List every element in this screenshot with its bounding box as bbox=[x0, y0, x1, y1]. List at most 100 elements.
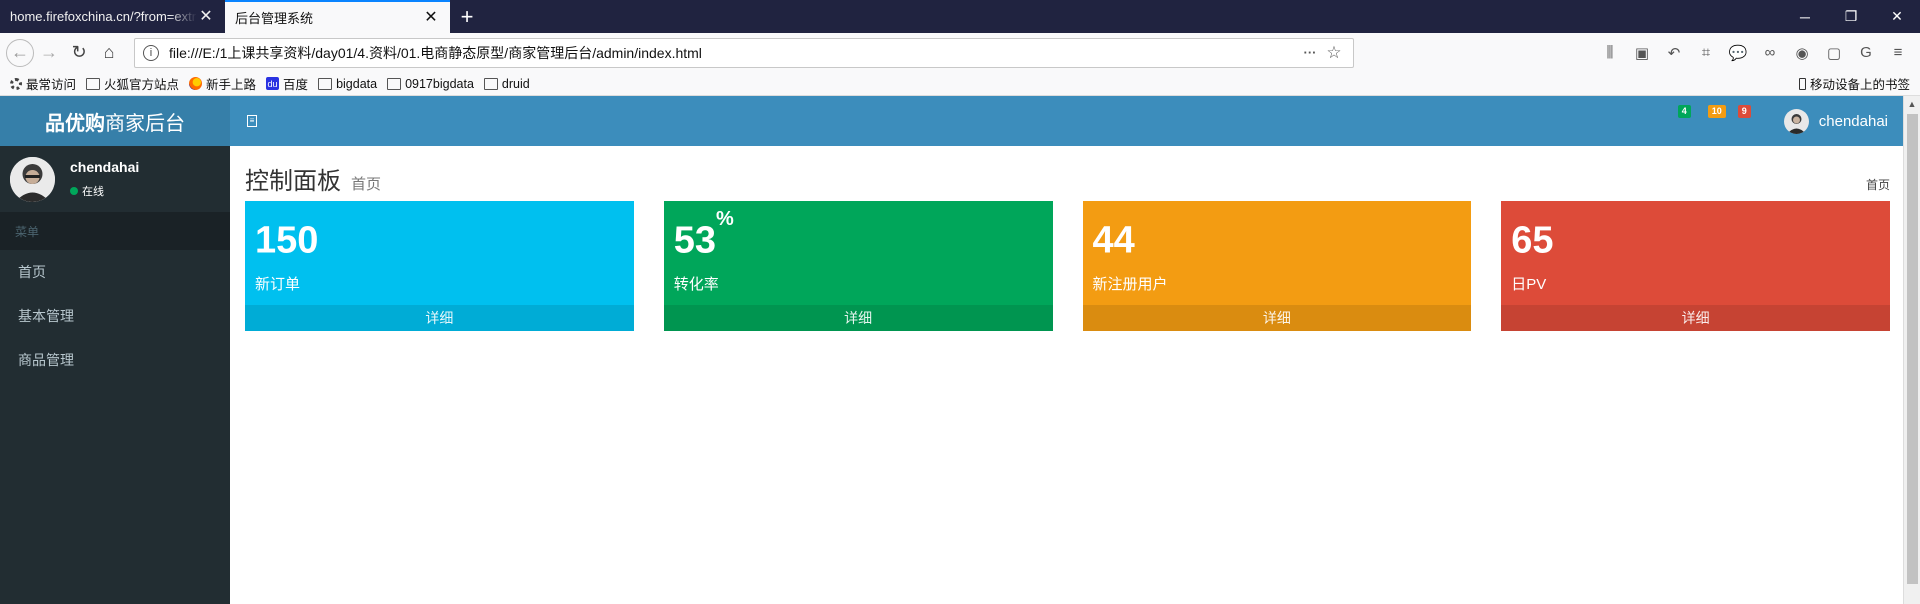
bookmark-star-icon[interactable]: ☆ bbox=[1323, 43, 1345, 63]
reload-button[interactable]: ↻ bbox=[64, 38, 94, 68]
extension-icon[interactable]: ∞ bbox=[1754, 44, 1786, 61]
stat-number: 44 bbox=[1092, 219, 1135, 262]
stat-number: 65 bbox=[1511, 219, 1554, 262]
bookmark-bigdata[interactable]: bigdata bbox=[318, 77, 377, 91]
stat-value: 150 bbox=[255, 211, 624, 263]
bookmark-label: 0917bigdata bbox=[405, 76, 474, 91]
phone-icon bbox=[1798, 77, 1806, 90]
stat-box-inner: 44 新注册用户 bbox=[1083, 201, 1472, 305]
info-icon[interactable]: i bbox=[143, 44, 159, 61]
window-controls: ─ ❐ ✕ bbox=[1782, 0, 1920, 33]
bookmark-label: bigdata bbox=[336, 76, 378, 91]
close-tab-icon[interactable]: ✕ bbox=[197, 8, 215, 25]
bookmark-0917bigdata[interactable]: 0917bigdata bbox=[387, 77, 474, 91]
more-info-link[interactable]: 详细 bbox=[245, 305, 634, 331]
forward-button[interactable]: → bbox=[34, 38, 64, 68]
sidebar-icon[interactable]: ▣ bbox=[1626, 44, 1658, 62]
scroll-up-icon[interactable]: ▲ bbox=[1904, 96, 1920, 113]
undo-icon[interactable]: ↶ bbox=[1658, 44, 1690, 62]
stat-label: 新订单 bbox=[255, 275, 301, 293]
toolbar-icons: ⫼ ▣ ↶ ⌗ 💬 ∞ ◉ ▢ G ≡ bbox=[1594, 44, 1914, 62]
bookmark-label: 新手上路 bbox=[206, 78, 257, 92]
close-tab-icon[interactable]: ✕ bbox=[422, 9, 440, 26]
bookmark-label: 最常访问 bbox=[26, 78, 77, 92]
bookmark-mobile[interactable]: 移动设备上的书签 bbox=[1798, 74, 1910, 93]
sidebar: chendahai 在线 菜单 首页 基本管理 商品管理 bbox=[0, 146, 230, 604]
admin-app: 品优购 商家后台 ≡ 4 10 9 chendahai chendahai 在线… bbox=[0, 96, 1920, 604]
bookmark-baidu[interactable]: du 百度 bbox=[266, 74, 308, 93]
address-bar[interactable]: i ··· ☆ bbox=[134, 37, 1354, 68]
notifications-dropdown[interactable]: 10 bbox=[1700, 96, 1730, 146]
firefox-icon bbox=[189, 77, 203, 90]
stat-suffix: % bbox=[716, 208, 734, 230]
folder-icon bbox=[86, 77, 101, 90]
content-header: 控制面板 首页 首页 bbox=[245, 161, 1905, 197]
back-button[interactable]: ← bbox=[6, 38, 34, 67]
bookmark-firefox-site[interactable]: 火狐官方站点 bbox=[86, 74, 179, 93]
restore-icon[interactable]: ❐ bbox=[1828, 0, 1874, 33]
more-info-link[interactable]: 详细 bbox=[1501, 305, 1890, 331]
bookmark-label: 移动设备上的书签 bbox=[1809, 78, 1910, 92]
stat-box-conversion-rate: 53% 转化率 详细 bbox=[663, 201, 1053, 331]
browser-tab-firefoxchina[interactable]: home.firefoxchina.cn/?from=extra_start ✕ bbox=[0, 0, 225, 33]
bookmark-label: druid bbox=[501, 76, 530, 91]
header-right: 4 10 9 chendahai bbox=[1670, 96, 1920, 146]
stat-label: 新注册用户 bbox=[1092, 275, 1168, 293]
bookmark-getting-started[interactable]: 新手上路 bbox=[189, 74, 256, 93]
user-menu[interactable]: chendahai bbox=[1760, 108, 1920, 134]
scroll-thumb[interactable] bbox=[1907, 114, 1918, 584]
browser-tab-bar: home.firefoxchina.cn/?from=extra_start ✕… bbox=[0, 0, 1920, 33]
messages-dropdown[interactable]: 4 bbox=[1670, 96, 1700, 146]
stat-box-new-users: 44 新注册用户 详细 bbox=[1082, 201, 1472, 331]
home-button[interactable]: ⌂ bbox=[94, 38, 124, 68]
new-tab-button[interactable]: + bbox=[450, 0, 484, 33]
stat-label: 日PV bbox=[1511, 275, 1547, 293]
user-panel: chendahai 在线 bbox=[0, 146, 230, 212]
user-status: 在线 bbox=[70, 183, 139, 199]
more-info-link[interactable]: 详细 bbox=[663, 305, 1053, 331]
stat-boxes: 150 新订单 详细 53% 转化率 详细 44 新注册用户 详细 65 日PV… bbox=[245, 201, 1905, 331]
user-info: chendahai 在线 bbox=[70, 159, 139, 199]
page-subtitle: 首页 bbox=[351, 176, 382, 193]
minimize-icon[interactable]: ─ bbox=[1782, 0, 1828, 33]
close-window-icon[interactable]: ✕ bbox=[1874, 0, 1920, 33]
content-wrapper: 控制面板 首页 首页 150 新订单 详细 53% 转化率 详细 44 新注册用… bbox=[230, 146, 1920, 604]
extension-box-icon[interactable]: ▢ bbox=[1818, 44, 1850, 62]
tab-title: 后台管理系统 bbox=[235, 11, 314, 26]
bookmark-label: 火狐官方站点 bbox=[104, 78, 180, 92]
sidebar-item-goods-management[interactable]: 商品管理 bbox=[0, 338, 230, 382]
avatar bbox=[10, 156, 55, 202]
stat-box-daily-pv: 65 日PV 详细 bbox=[1501, 201, 1890, 331]
sidebar-toggle-button[interactable]: ≡ bbox=[230, 96, 274, 146]
page-scrollbar[interactable]: ▲ bbox=[1903, 96, 1920, 604]
sidebar-item-basic-management[interactable]: 基本管理 bbox=[0, 294, 230, 338]
stat-box-new-orders: 150 新订单 详细 bbox=[245, 201, 634, 331]
toggle-icon: ≡ bbox=[247, 115, 257, 127]
chat-icon[interactable]: 💬 bbox=[1722, 44, 1754, 62]
baidu-icon: du bbox=[266, 77, 280, 90]
sidebar-item-home[interactable]: 首页 bbox=[0, 250, 230, 294]
user-name: chendahai bbox=[1818, 112, 1888, 130]
library-icon[interactable]: ⫼ bbox=[1594, 44, 1626, 61]
bookmark-druid[interactable]: druid bbox=[483, 76, 530, 91]
status-label: 在线 bbox=[82, 186, 104, 198]
online-dot-icon bbox=[70, 187, 78, 195]
notifications-badge: 10 bbox=[1707, 105, 1726, 118]
account-icon[interactable]: ◉ bbox=[1786, 44, 1818, 62]
main-header: 品优购 商家后台 ≡ 4 10 9 chendahai bbox=[0, 96, 1920, 146]
stat-box-inner: 150 新订单 bbox=[245, 201, 634, 305]
url-input[interactable] bbox=[169, 44, 1297, 61]
logo[interactable]: 品优购 商家后台 bbox=[0, 96, 230, 146]
stat-number: 53 bbox=[673, 219, 717, 262]
browser-tab-admin[interactable]: 后台管理系统 ✕ bbox=[225, 0, 450, 33]
stat-number: 150 bbox=[255, 219, 319, 262]
screenshot-icon[interactable]: ⌗ bbox=[1690, 44, 1722, 61]
breadcrumb[interactable]: 首页 bbox=[1866, 176, 1905, 193]
tasks-dropdown[interactable]: 9 bbox=[1730, 96, 1760, 146]
more-info-link[interactable]: 详细 bbox=[1082, 305, 1472, 331]
avatar bbox=[1783, 108, 1809, 134]
page-actions-icon[interactable]: ··· bbox=[1297, 45, 1323, 60]
menu-icon[interactable]: ≡ bbox=[1882, 44, 1914, 61]
translate-icon[interactable]: G bbox=[1850, 44, 1882, 61]
bookmark-most-visited[interactable]: 最常访问 bbox=[10, 74, 76, 93]
